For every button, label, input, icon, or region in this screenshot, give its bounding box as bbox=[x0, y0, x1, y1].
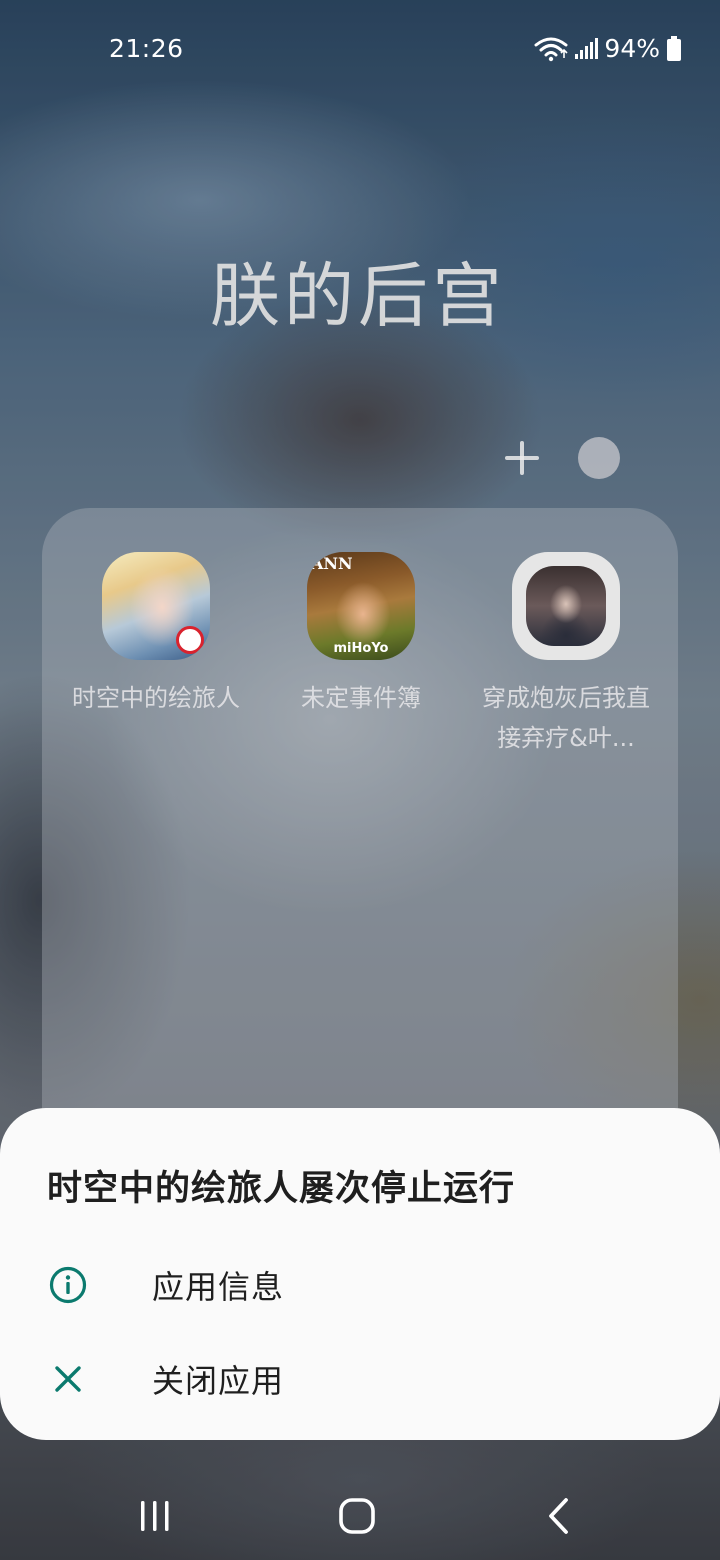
app-shortcut-paintingwalker[interactable]: 时空中的绘旅人 bbox=[56, 552, 256, 758]
app-label: 穿成炮灰后我直接弃疗&叶... bbox=[482, 684, 650, 752]
folder-title[interactable]: 朕的后宫 bbox=[0, 240, 716, 341]
app-label: 未定事件簿 bbox=[301, 684, 421, 712]
app-shortcut-tearsofthemis[interactable]: ANN miHoYo 未定事件簿 bbox=[261, 552, 461, 758]
home-screen: 21:26 94% 朕的后宫 时空中的绘旅人 ANN miHoYo 未定事件簿 … bbox=[0, 0, 720, 1560]
folder-actions bbox=[500, 436, 620, 480]
battery-percent: 94% bbox=[604, 34, 660, 63]
back-icon[interactable] bbox=[529, 1490, 589, 1542]
app-icon-text-bottom: miHoYo bbox=[333, 641, 389, 656]
home-icon[interactable] bbox=[327, 1490, 387, 1542]
navigation-bar bbox=[0, 1470, 720, 1560]
battery-icon bbox=[666, 35, 682, 62]
dialog-title: 时空中的绘旅人屡次停止运行 bbox=[47, 1169, 516, 1209]
app-info-label: 应用信息 bbox=[152, 1268, 285, 1306]
recent-apps-icon[interactable] bbox=[125, 1490, 185, 1542]
signal-icon bbox=[574, 37, 599, 60]
status-bar: 21:26 94% bbox=[0, 0, 720, 100]
plus-icon[interactable] bbox=[500, 436, 544, 480]
app-crash-dialog: 时空中的绘旅人屡次停止运行 应用信息 关闭应用 bbox=[0, 1108, 720, 1440]
close-icon bbox=[48, 1359, 88, 1399]
app-label: 时空中的绘旅人 bbox=[72, 684, 240, 712]
app-shortcut-novel[interactable]: 穿成炮灰后我直接弃疗&叶... bbox=[466, 552, 666, 758]
folder-color-icon[interactable] bbox=[578, 437, 620, 479]
app-icon-text-top: ANN bbox=[311, 554, 353, 573]
app-icon-photo bbox=[526, 566, 606, 646]
app-info-option[interactable]: 应用信息 bbox=[0, 1240, 720, 1330]
close-app-option[interactable]: 关闭应用 bbox=[0, 1334, 720, 1424]
info-icon bbox=[48, 1265, 88, 1305]
app-icon-tearsofthemis[interactable]: ANN miHoYo bbox=[307, 552, 415, 660]
status-icons: 94% bbox=[534, 34, 682, 63]
close-app-label: 关闭应用 bbox=[152, 1362, 285, 1400]
netease-badge-icon bbox=[176, 626, 204, 654]
app-icon-novel[interactable] bbox=[512, 552, 620, 660]
wifi-icon bbox=[534, 36, 568, 62]
folder-app-grid: 时空中的绘旅人 ANN miHoYo 未定事件簿 穿成炮灰后我直接弃疗&叶... bbox=[56, 552, 666, 758]
app-icon-paintingwalker[interactable] bbox=[102, 552, 210, 660]
status-time: 21:26 bbox=[109, 34, 184, 63]
